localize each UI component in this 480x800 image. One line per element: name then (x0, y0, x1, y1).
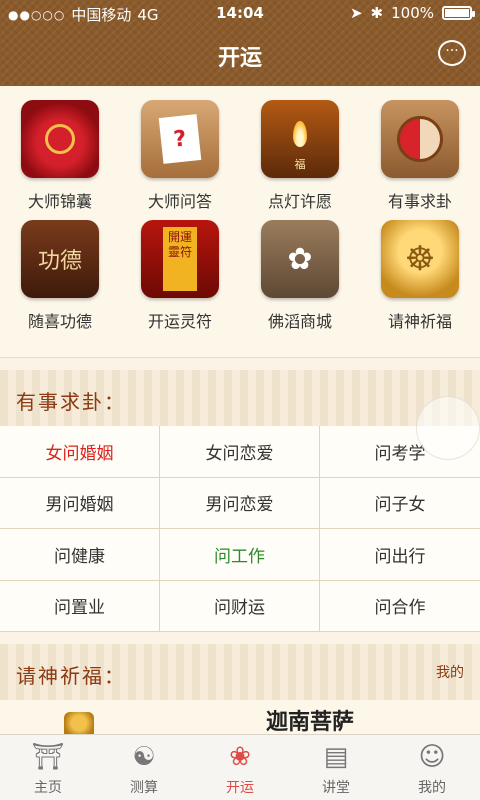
top-bar: ●●○○○ 中国移动 4G 14:04 ➤ ✱ 100% 开运 ··· (0, 0, 480, 86)
lucky-bag-icon (21, 100, 99, 178)
monk-icon: ☺ (418, 742, 446, 772)
divination-section-header: 有事求卦： (0, 370, 480, 426)
status-bar: ●●○○○ 中国移动 4G 14:04 ➤ ✱ 100% (0, 0, 480, 26)
pray-card[interactable]: 迦南菩萨 (0, 700, 480, 735)
feature-label: 请神祈福 (387, 312, 452, 331)
tab-lecture[interactable]: ▤ 讲堂 (288, 735, 384, 800)
pray-section-header: 请神祈福： 我的 (0, 644, 480, 700)
feature-pray[interactable]: ☸ 请神祈福 (360, 220, 480, 340)
feature-grid: 大师锦囊 ? 大师问答 福 点灯许愿 有事求卦 功德 随喜功德 開運靈符 开运灵… (0, 86, 480, 358)
floating-assist-button[interactable] (416, 396, 480, 460)
tab-label: 讲堂 (322, 780, 350, 796)
chat-bubble-icon: ··· (445, 43, 459, 59)
feature-label: 随喜功德 (27, 312, 92, 331)
question-cell[interactable]: 问工作 (160, 529, 320, 581)
my-prayers-link[interactable]: 我的 (436, 662, 464, 682)
tab-label: 测算 (130, 780, 158, 796)
question-card-icon: ? (141, 100, 219, 178)
tab-label: 开运 (226, 780, 254, 796)
question-cell[interactable]: 女问恋爱 (160, 426, 320, 478)
tab-bar: ⛩ 主页 ☯ 测算 ❀ 开运 ▤ 讲堂 ☺ 我的 (0, 734, 480, 800)
feature-label: 大师锦囊 (27, 192, 92, 211)
feature-label: 大师问答 (147, 192, 212, 211)
tab-home[interactable]: ⛩ 主页 (0, 735, 96, 800)
feature-shop[interactable]: ✿ 佛滔商城 (240, 220, 360, 340)
feature-label: 佛滔商城 (267, 312, 332, 331)
question-cell[interactable]: 男问婚姻 (0, 477, 160, 529)
question-cell[interactable]: 问置业 (0, 580, 160, 632)
yin-yang-icon: ☯ (132, 742, 156, 772)
feature-talisman[interactable]: 開運靈符 开运灵符 (120, 220, 240, 340)
page-title: 开运 (217, 46, 262, 71)
feature-master-qa[interactable]: ? 大师问答 (120, 100, 240, 220)
question-cell[interactable]: 问子女 (320, 478, 480, 529)
tab-fortune[interactable]: ☯ 测算 (96, 735, 192, 800)
feature-divination[interactable]: 有事求卦 (360, 100, 480, 220)
battery-percent: 100% (391, 4, 434, 22)
bluetooth-icon: ✱ (370, 4, 384, 22)
book-icon: ▤ (323, 742, 349, 772)
feature-label: 有事求卦 (387, 192, 452, 211)
feature-merit[interactable]: 功德 随喜功德 (0, 220, 120, 340)
section-title: 请神祈福： (16, 664, 126, 688)
tab-label: 主页 (34, 780, 62, 796)
battery-icon (442, 6, 475, 20)
temple-icon: ⛩ (31, 742, 65, 772)
tab-luck[interactable]: ❀ 开运 (192, 735, 288, 800)
question-cell[interactable]: 女问婚姻 (0, 426, 160, 478)
message-button[interactable]: ··· (438, 40, 466, 66)
feature-label: 点灯许愿 (267, 192, 332, 211)
question-cell[interactable]: 问健康 (0, 529, 160, 581)
lotus-shop-icon: ✿ (261, 220, 339, 298)
question-cell[interactable]: 问财运 (160, 580, 320, 632)
talisman-icon: 開運靈符 (141, 220, 219, 298)
question-cell[interactable]: 男问恋爱 (160, 477, 320, 529)
question-cell[interactable]: 问合作 (320, 581, 480, 632)
lamp-icon: 福 (261, 100, 339, 178)
deity-name: 迦南菩萨 (266, 710, 355, 735)
deity-statue-image (64, 712, 94, 734)
tab-mine[interactable]: ☺ 我的 (384, 735, 480, 800)
buddha-icon: ☸ (381, 220, 459, 298)
location-icon: ➤ (349, 4, 363, 22)
feature-label: 开运灵符 (147, 312, 212, 331)
question-cell[interactable]: 问出行 (320, 529, 480, 581)
section-title: 有事求卦： (16, 390, 126, 414)
tab-label: 我的 (418, 780, 446, 796)
divination-table: 女问婚姻 女问恋爱 问考学 男问婚姻 男问恋爱 问子女 问健康 问工作 问出行 … (0, 426, 480, 632)
feature-light-lamp[interactable]: 福 点灯许愿 (240, 100, 360, 220)
lotus-icon: ❀ (229, 742, 251, 772)
merit-box-icon: 功德 (21, 220, 99, 298)
divination-icon (381, 100, 459, 178)
feature-master-bag[interactable]: 大师锦囊 (0, 100, 120, 220)
